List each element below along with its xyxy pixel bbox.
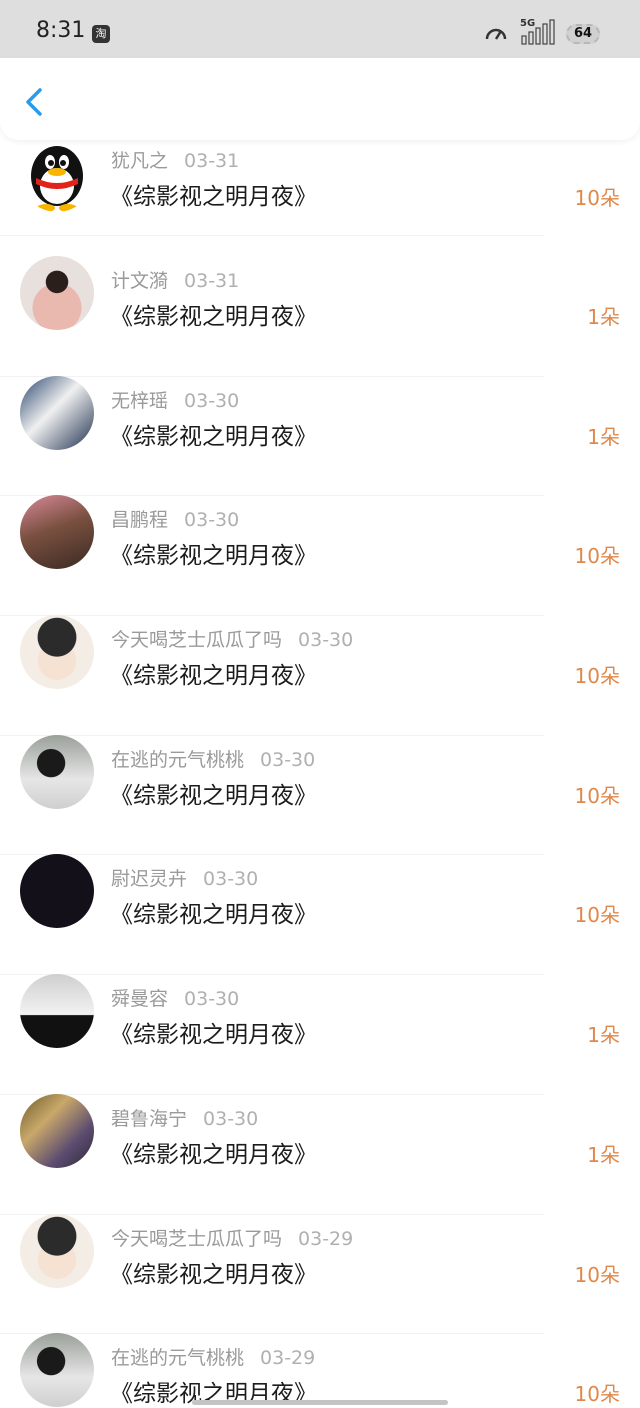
list-item[interactable]: 在逃的元气桃桃 03-29 《综影视之明月夜》 10朵: [0, 1333, 640, 1408]
gift-amount: 1朵: [587, 305, 620, 329]
username: 今天喝芝士瓜瓜了吗: [111, 629, 283, 652]
signal-icon: [521, 19, 555, 45]
gift-amount: 10朵: [574, 664, 620, 689]
meta: 犹凡之 03-31: [111, 146, 239, 173]
username: 碧鲁海宁: [111, 1107, 188, 1130]
date: 03-31: [184, 270, 240, 292]
divider: [0, 235, 544, 236]
gift-amount: 1朵: [587, 1023, 620, 1048]
date: 03-30: [184, 509, 240, 532]
book-title: 《综影视之明月夜》: [110, 782, 317, 809]
gift-record-list: 犹凡之 03-31 《综影视之明月夜》 10朵 计文漪 03-31 《综影视之明月夜》…: [0, 138, 640, 1408]
book-title: 《综影视之明月夜》: [110, 543, 317, 570]
avatar-9[interactable]: [20, 1213, 94, 1288]
gift-amount: 10朵: [574, 186, 620, 210]
username: 计文漪: [111, 270, 169, 292]
book-title: 《综影视之明月夜》: [110, 1022, 317, 1049]
list-item[interactable]: 无梓瑶 03-30 《综影视之明月夜》 1朵: [0, 375, 640, 497]
taobao-icon: 淘: [92, 25, 110, 43]
battery-indicator: 64: [566, 24, 600, 44]
meta: 昌鹏程 03-30: [111, 505, 239, 532]
username: 今天喝芝士瓜瓜了吗: [111, 1227, 283, 1250]
gift-amount: 10朵: [574, 903, 620, 928]
date: 03-30: [203, 868, 259, 891]
list-item[interactable]: 今天喝芝士瓜瓜了吗 03-30 《综影视之明月夜》 10朵: [0, 615, 640, 736]
list-item[interactable]: 计文漪 03-31 《综影视之明月夜》 1朵: [0, 256, 640, 377]
book-title: 《综影视之明月夜》: [110, 1141, 317, 1168]
date: 03-29: [298, 1227, 354, 1250]
gift-amount: 10朵: [574, 1382, 620, 1407]
list-item[interactable]: 在逃的元气桃桃 03-30 《综影视之明月夜》 10朵: [0, 734, 640, 856]
meta: 计文漪 03-31: [111, 266, 239, 293]
book-title: 《综影视之明月夜》: [110, 902, 317, 929]
home-indicator[interactable]: [192, 1400, 448, 1405]
username: 舜曼容: [111, 988, 169, 1011]
chevron-left-icon: [26, 88, 42, 116]
status-bar: 8:31 淘 5G 64: [0, 0, 640, 62]
meta: 尉迟灵卉 03-30: [111, 864, 258, 891]
meta: 在逃的元气桃桃 03-29: [111, 1343, 315, 1370]
book-title: 《综影视之明月夜》: [110, 1261, 317, 1288]
username: 在逃的元气桃桃: [111, 748, 245, 771]
gift-amount: 1朵: [587, 424, 620, 449]
username: 犹凡之: [111, 150, 169, 172]
qq-penguin-icon: [20, 138, 94, 212]
username: 无梓瑶: [111, 389, 169, 412]
username: 昌鹏程: [111, 509, 169, 532]
avatar-5[interactable]: [20, 734, 94, 809]
meta: 在逃的元气桃桃 03-30: [111, 745, 315, 772]
date: 03-31: [184, 150, 240, 172]
gift-amount: 10朵: [574, 783, 620, 808]
book-title: 《综影视之明月夜》: [110, 184, 317, 210]
avatar-6[interactable]: [20, 854, 94, 929]
list-item[interactable]: 犹凡之 03-31 《综影视之明月夜》 10朵: [0, 138, 640, 236]
meta: 无梓瑶 03-30: [111, 386, 239, 413]
avatar-0[interactable]: [20, 138, 94, 212]
book-title: 《综影视之明月夜》: [110, 304, 317, 330]
list-item[interactable]: 碧鲁海宁 03-30 《综影视之明月夜》 1朵: [0, 1093, 640, 1215]
meta: 舜曼容 03-30: [111, 984, 239, 1011]
avatar-1[interactable]: [20, 256, 94, 330]
list-item[interactable]: 昌鹏程 03-30 《综影视之明月夜》 10朵: [0, 495, 640, 617]
book-title: 《综影视之明月夜》: [110, 423, 317, 450]
list-item[interactable]: 尉迟灵卉 03-30 《综影视之明月夜》 10朵: [0, 854, 640, 976]
avatar-3[interactable]: [20, 495, 94, 570]
gift-amount: 10朵: [574, 544, 620, 569]
date: 03-30: [184, 988, 240, 1011]
status-time: 8:31: [36, 18, 86, 43]
username: 在逃的元气桃桃: [111, 1347, 245, 1370]
list-item[interactable]: 今天喝芝士瓜瓜了吗 03-29 《综影视之明月夜》 10朵: [0, 1213, 640, 1335]
date: 03-30: [298, 629, 354, 652]
meta: 今天喝芝士瓜瓜了吗 03-29: [111, 1224, 353, 1251]
back-button[interactable]: [20, 84, 50, 120]
avatar-8[interactable]: [20, 1093, 94, 1168]
gift-amount: 10朵: [574, 1262, 620, 1287]
username: 尉迟灵卉: [111, 868, 188, 891]
avatar-4[interactable]: [20, 615, 94, 690]
nav-bar: [0, 58, 640, 140]
book-title: 《综影视之明月夜》: [110, 663, 317, 690]
date: 03-30: [260, 748, 316, 771]
avatar-10[interactable]: [20, 1333, 94, 1408]
meta: 碧鲁海宁 03-30: [111, 1104, 258, 1131]
speedometer-icon: [485, 28, 507, 40]
date: 03-29: [260, 1347, 316, 1370]
gift-amount: 1朵: [587, 1142, 620, 1167]
date: 03-30: [184, 389, 240, 412]
date: 03-30: [203, 1107, 259, 1130]
avatar-2[interactable]: [20, 375, 94, 450]
avatar-7[interactable]: [20, 974, 94, 1049]
list-item[interactable]: 舜曼容 03-30 《综影视之明月夜》 1朵: [0, 974, 640, 1095]
meta: 今天喝芝士瓜瓜了吗 03-30: [111, 625, 353, 652]
